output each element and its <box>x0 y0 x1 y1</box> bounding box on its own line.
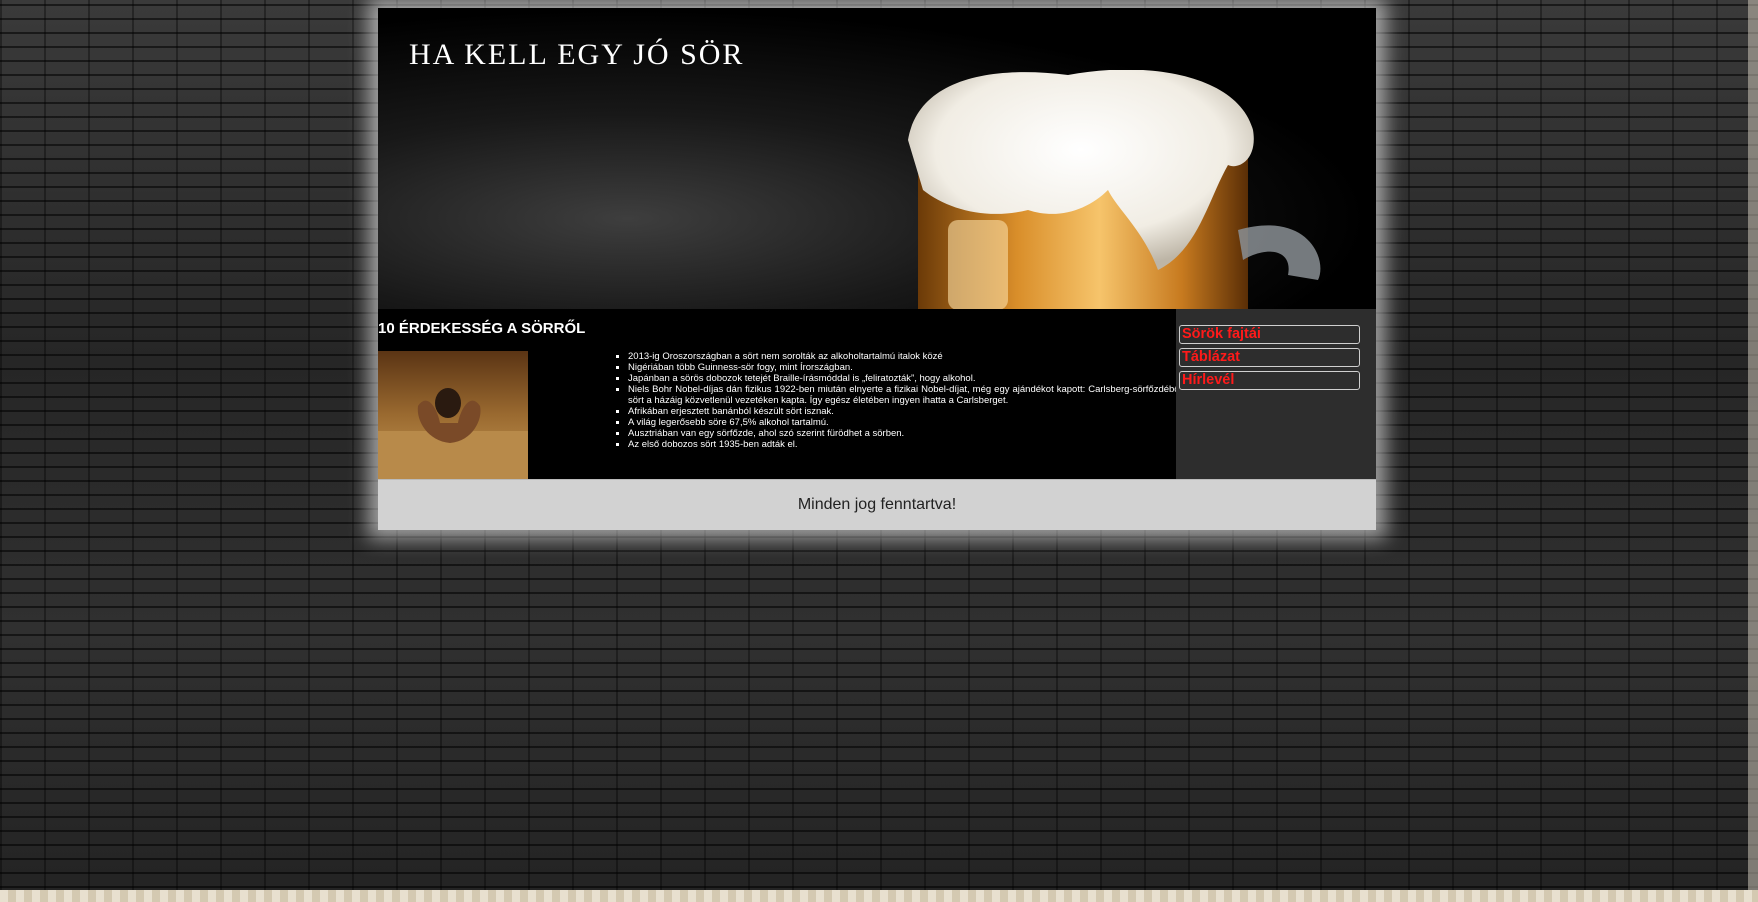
floor-strip <box>0 890 1758 902</box>
nav-link-beer-types[interactable]: Sörök fajtái <box>1179 325 1360 344</box>
footer-text: Minden jog fenntartva! <box>797 496 957 513</box>
beer-mug-image <box>908 70 1321 309</box>
sidebar-nav: Sörök fajtái Táblázat Hírlevél <box>1176 309 1376 479</box>
beer-bath-photo <box>378 351 528 479</box>
nav-link-table[interactable]: Táblázat <box>1179 348 1360 367</box>
section-title: 10 ÉRDEKESSÉG A SÖRRŐL <box>378 320 586 337</box>
fact-item: Niels Bohr Nobel-díjas dán fizikus 1922-… <box>628 384 1190 406</box>
content-area: 10 ÉRDEKESSÉG A SÖRRŐL 2013-ig Oroszorsz… <box>378 309 1376 479</box>
page-edge <box>1748 0 1758 890</box>
footer: Minden jog fenntartva! <box>378 479 1376 530</box>
fact-item: 2013-ig Oroszországban a sört nem sorolt… <box>628 351 1190 362</box>
fact-item: Afrikában erjesztett banánból készült sö… <box>628 406 1190 417</box>
main-content: 10 ÉRDEKESSÉG A SÖRRŐL 2013-ig Oroszorsz… <box>378 309 1190 479</box>
facts-list: 2013-ig Oroszországban a sört nem sorolt… <box>614 351 1190 450</box>
header-banner: HA KELL EGY JÓ SÖR <box>378 8 1376 309</box>
site-title: HA KELL EGY JÓ SÖR <box>409 38 745 71</box>
nav-link-newsletter[interactable]: Hírlevél <box>1179 371 1360 390</box>
fact-item: Japánban a sörös dobozok tetejét Braille… <box>628 373 1190 384</box>
fact-item: Ausztriában van egy sörfőzde, ahol szó s… <box>628 428 1190 439</box>
fact-item: Nigériában több Guinness-sör fogy, mint … <box>628 362 1190 373</box>
fact-item: A világ legerősebb söre 67,5% alkohol ta… <box>628 417 1190 428</box>
fact-item: Az első dobozos sört 1935-ben adták el. <box>628 439 1190 450</box>
page-container: HA KELL EGY JÓ SÖR 10 ÉRDEKESSÉG A SÖRRŐ… <box>378 8 1376 530</box>
